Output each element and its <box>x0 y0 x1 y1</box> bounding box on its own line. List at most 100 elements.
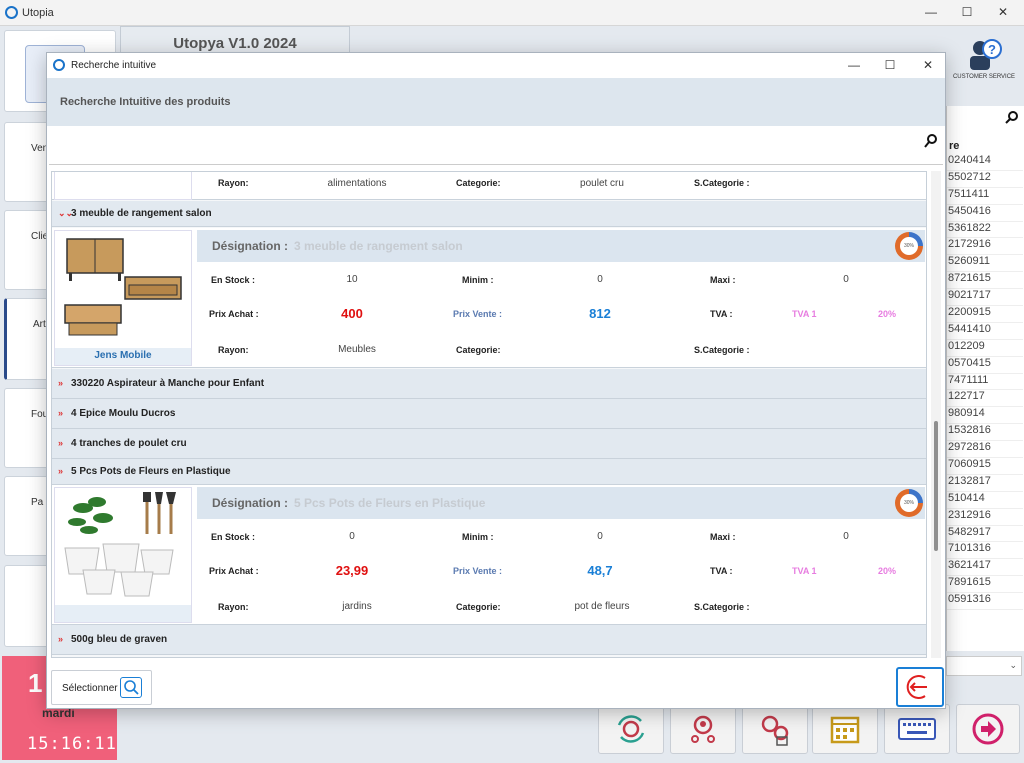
product-group-header[interactable]: » 330220 Aspirateur à Manche pour Enfant <box>52 369 926 399</box>
rayon-value: Meubles <box>338 344 376 355</box>
sync-settings-button[interactable] <box>598 704 664 754</box>
right-list-item[interactable]: 7511411 <box>947 188 1023 205</box>
prix-vente-value: 48,7 <box>587 563 613 578</box>
right-dropdown[interactable]: ⌄ <box>946 656 1022 676</box>
right-list-item[interactable]: 8721615 <box>947 272 1023 290</box>
product-group-header[interactable]: ⌄⌄ 3 meuble de rangement salon <box>52 201 926 227</box>
right-list-item[interactable]: 5450416 <box>947 205 1023 222</box>
product-search-input[interactable] <box>49 130 943 165</box>
rayon-label: Rayon: <box>218 178 249 188</box>
product-group-header[interactable]: » 4 Epice Moulu Ducros <box>52 399 926 429</box>
close-icon[interactable]: ✕ <box>996 6 1010 18</box>
categorie-label: Categorie: <box>456 602 501 612</box>
configuration-button[interactable] <box>742 704 808 754</box>
right-list-item[interactable]: 2132817 <box>947 475 1023 492</box>
minim-value: 0 <box>597 531 603 542</box>
product-card[interactable]: Désignation : 5 Pcs Pots de Fleurs en Pl… <box>52 485 926 625</box>
minimize-icon[interactable]: — <box>924 6 938 18</box>
right-list-item[interactable]: 7471111 <box>947 374 1023 391</box>
customer-service-button[interactable]: ? CUSTOMER SERVICE <box>948 32 1020 94</box>
designation-bar: Désignation : 5 Pcs Pots de Fleurs en Pl… <box>197 487 925 519</box>
right-list-item[interactable]: 5260911 <box>947 255 1023 273</box>
minim-label: Minim : <box>462 532 494 542</box>
search-icon[interactable] <box>923 133 939 149</box>
categorie-value: pot de fleurs <box>574 601 630 612</box>
right-search-icon[interactable] <box>1005 110 1019 124</box>
rayon-label: Rayon: <box>218 602 249 612</box>
right-list-item[interactable]: 012209 <box>947 340 1023 357</box>
designation-value: 5 Pcs Pots de Fleurs en Plastique <box>294 496 486 510</box>
maximize-icon[interactable]: ☐ <box>960 6 974 18</box>
product-name: 4 Epice Moulu Ducros <box>71 408 176 419</box>
right-list-item[interactable]: 7101316 <box>947 542 1023 560</box>
right-list-item[interactable]: 9021717 <box>947 289 1023 307</box>
stock-gauge-icon: 30% <box>895 232 923 260</box>
rayon-value: alimentations <box>327 178 387 189</box>
right-list-item[interactable]: 2312916 <box>947 509 1023 526</box>
minim-value: 0 <box>597 274 603 285</box>
product-name: 5 Pcs Pots de Fleurs en Plastique <box>71 466 231 477</box>
scategorie-label: S.Categorie : <box>694 178 750 188</box>
right-list-item[interactable]: 5441410 <box>947 323 1023 340</box>
chevron-right-icon: » <box>58 438 64 448</box>
right-list: 0240414 5502712 7511411 5450416 5361822 21729… <box>947 154 1023 611</box>
gauge-text: 30% <box>900 494 918 512</box>
dialog-titlebar: Recherche intuitive — ☐ ✕ <box>47 53 945 78</box>
product-name: 330220 Aspirateur à Manche pour Enfant <box>71 378 265 389</box>
designation-label: Désignation : <box>212 496 289 510</box>
date-day: 1 <box>28 668 43 698</box>
designation-value: 3 meuble de rangement salon <box>294 239 463 253</box>
exit-icon <box>906 675 927 699</box>
users-settings-button[interactable] <box>670 704 736 754</box>
flower-pots-image-icon <box>64 492 176 597</box>
main-window-title: Utopia <box>22 7 54 19</box>
next-button[interactable] <box>956 704 1020 754</box>
right-list-item[interactable]: 0591316 <box>947 593 1023 611</box>
right-list-item[interactable]: 980914 <box>947 407 1023 425</box>
right-list-item[interactable]: 1532816 <box>947 424 1023 442</box>
prix-vente-value: 812 <box>589 306 611 321</box>
categorie-label: Categorie: <box>456 345 501 355</box>
sync-gear-icon <box>617 715 645 743</box>
side-tile-label: Pa <box>31 497 44 508</box>
keyboard-icon <box>898 718 936 740</box>
right-list-item[interactable]: 7891615 <box>947 576 1023 594</box>
product-name: 500g bleu de graven <box>71 634 168 645</box>
calendar-button[interactable] <box>812 704 878 754</box>
right-list-item[interactable]: 2172916 <box>947 238 1023 256</box>
en-stock-value: 10 <box>346 274 358 285</box>
exit-button[interactable] <box>896 667 944 707</box>
en-stock-label: En Stock : <box>211 532 256 542</box>
arrow-right-icon <box>972 713 1004 745</box>
side-tile-label: Art <box>33 319 46 330</box>
right-list-item[interactable]: 0240414 <box>947 154 1023 171</box>
customer-service-label: CUSTOMER SERVICE <box>952 74 1016 80</box>
right-list-item[interactable]: 5482917 <box>947 526 1023 543</box>
right-list-item[interactable]: 2972816 <box>947 441 1023 459</box>
product-card[interactable]: Jens Mobile Désignation : 3 meuble de ra… <box>52 228 926 368</box>
chevron-down-icon: ⌄ <box>1009 660 1017 670</box>
keyboard-button[interactable] <box>884 704 950 754</box>
product-group-header[interactable]: » 5 Pcs Pots de Fleurs en Plastique <box>52 459 926 485</box>
right-list-item[interactable]: 3621417 <box>947 559 1023 577</box>
dialog-maximize-icon[interactable]: ☐ <box>883 59 897 71</box>
right-list-item[interactable]: 122717 <box>947 390 1023 408</box>
right-list-item[interactable]: 7060915 <box>947 458 1023 475</box>
product-group-header[interactable]: » 500g bleu de graven <box>52 625 926 655</box>
dialog-minimize-icon[interactable]: — <box>847 59 861 71</box>
right-list-item[interactable]: 510414 <box>947 492 1023 509</box>
scrollbar-thumb[interactable] <box>934 421 938 551</box>
right-list-panel: re 0240414 5502712 7511411 5450416 5361822 21… <box>946 106 1024 651</box>
product-group-header[interactable]: » 4 tranches de poulet cru <box>52 429 926 459</box>
select-button[interactable]: Sélectionner <box>51 670 152 705</box>
product-image <box>54 172 192 200</box>
results-list: Rayon: alimentations Categorie: poulet c… <box>51 171 927 658</box>
results-scrollbar[interactable] <box>931 171 941 658</box>
right-list-item[interactable]: 0570415 <box>947 357 1023 374</box>
product-image <box>54 487 192 623</box>
magnifier-icon <box>120 677 142 698</box>
right-list-item[interactable]: 5502712 <box>947 171 1023 188</box>
right-list-item[interactable]: 2200915 <box>947 306 1023 323</box>
right-list-item[interactable]: 5361822 <box>947 222 1023 239</box>
dialog-close-icon[interactable]: ✕ <box>921 59 935 71</box>
